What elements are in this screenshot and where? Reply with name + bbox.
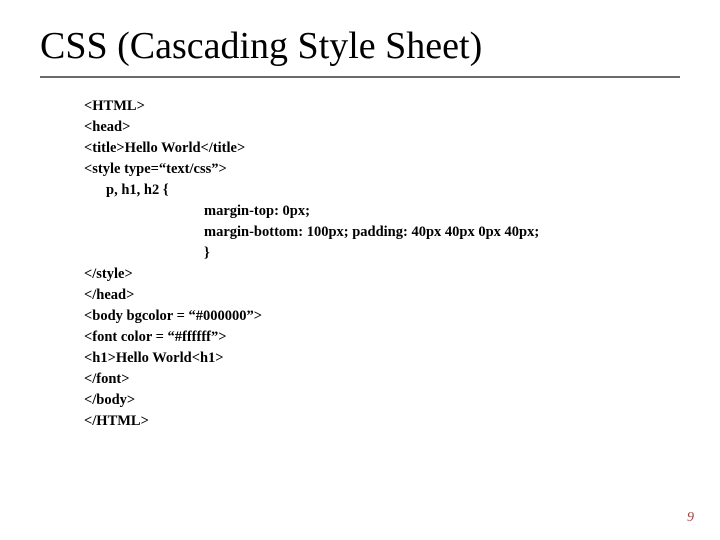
code-line: margin-bottom: 100px; padding: 40px 40px… xyxy=(84,222,680,243)
code-line: </head> xyxy=(84,285,680,306)
code-line: margin-top: 0px; xyxy=(84,201,680,222)
code-line: </HTML> xyxy=(84,411,680,432)
code-line: <HTML> xyxy=(84,96,680,117)
code-line: <title>Hello World</title> xyxy=(84,138,680,159)
code-line: </body> xyxy=(84,390,680,411)
code-line: p, h1, h2 { xyxy=(84,180,680,201)
code-line: <h1>Hello World<h1> xyxy=(84,348,680,369)
slide: CSS (Cascading Style Sheet) <HTML> <head… xyxy=(0,0,720,540)
code-line: <style type=“text/css”> xyxy=(84,159,680,180)
code-line: <font color = “#ffffff”> xyxy=(84,327,680,348)
code-line: <head> xyxy=(84,117,680,138)
code-line: </style> xyxy=(84,264,680,285)
code-line: <body bgcolor = “#000000”> xyxy=(84,306,680,327)
code-block: <HTML> <head> <title>Hello World</title>… xyxy=(40,96,680,432)
code-line: </font> xyxy=(84,369,680,390)
slide-title: CSS (Cascading Style Sheet) xyxy=(40,24,680,78)
code-line: } xyxy=(84,243,680,264)
page-number: 9 xyxy=(687,510,694,526)
